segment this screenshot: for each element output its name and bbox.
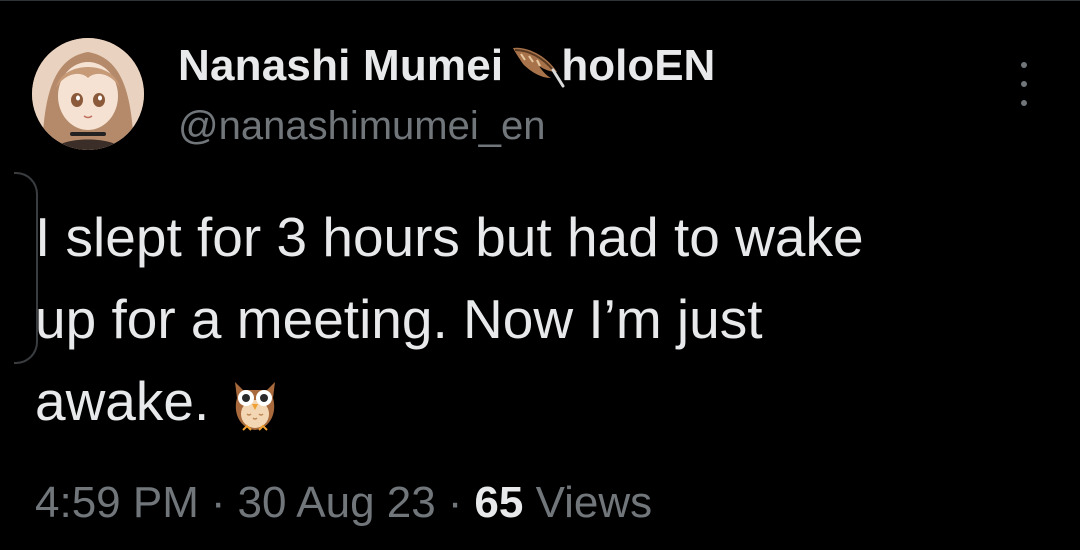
- tweet-text-line-2: up for a meeting. Now I’m just: [35, 288, 763, 350]
- avatar[interactable]: [32, 38, 144, 150]
- views-count[interactable]: 65: [474, 478, 523, 527]
- tweet-card: Nanashi Mumei holoEN @nanashimumei_en I …: [0, 0, 1080, 550]
- tweet-date[interactable]: 30 Aug 23: [238, 478, 436, 527]
- avatar-image-icon: [32, 38, 144, 150]
- more-vertical-icon[interactable]: [1006, 62, 1042, 106]
- owl-emoji-icon: [227, 372, 283, 432]
- tweet-text-line-3: awake.: [35, 370, 210, 432]
- separator: ·: [210, 478, 226, 527]
- affiliation-label: holoEN: [561, 41, 716, 90]
- display-name[interactable]: Nanashi Mumei: [178, 41, 503, 91]
- tweet-meta: 4:59 PM · 30 Aug 23 · 65 Views: [35, 478, 652, 528]
- views-label: Views: [535, 478, 653, 527]
- author-name-row[interactable]: Nanashi Mumei holoEN: [178, 40, 715, 92]
- divider: [0, 0, 1080, 1]
- author-handle[interactable]: @nanashimumei_en: [178, 104, 545, 149]
- dot: [1021, 62, 1027, 68]
- separator: ·: [447, 478, 463, 527]
- feather-icon: [507, 42, 565, 90]
- tweet-text: I slept for 3 hours but had to wake up f…: [35, 196, 1045, 442]
- dot: [1021, 100, 1027, 106]
- dot: [1021, 81, 1027, 87]
- tweet-text-line-1: I slept for 3 hours but had to wake: [35, 206, 864, 268]
- tweet-time[interactable]: 4:59 PM: [35, 478, 199, 527]
